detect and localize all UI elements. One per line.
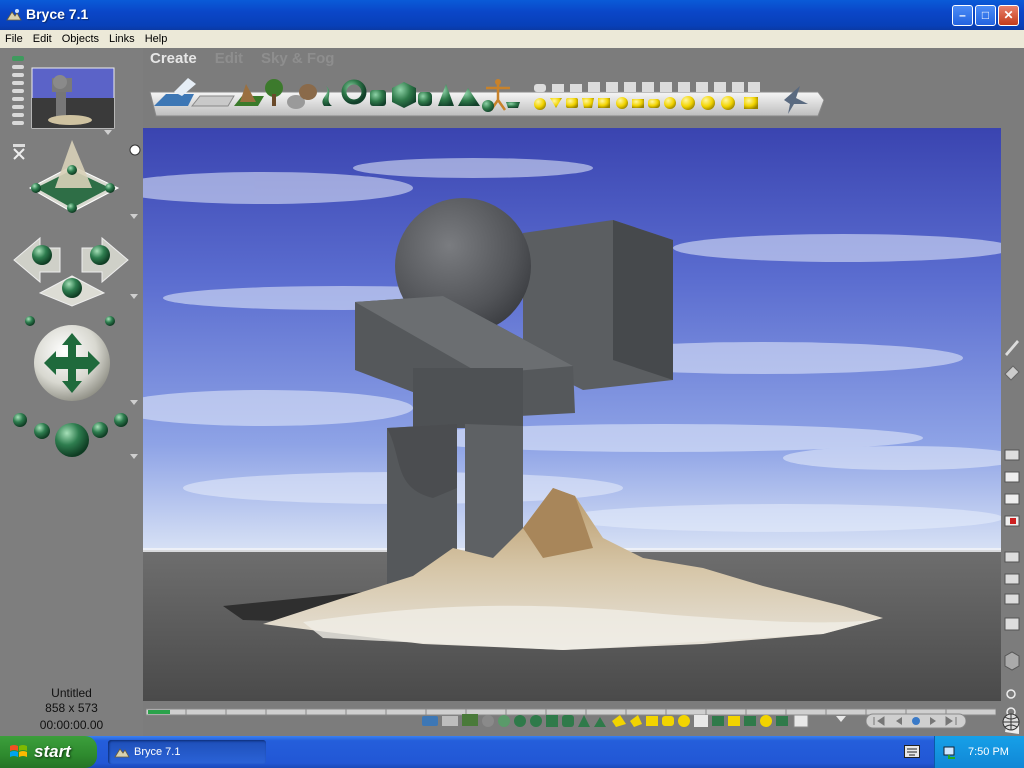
menu-objects[interactable]: Objects [57,30,104,45]
object-cube-icon[interactable] [1004,651,1020,671]
selection-palette [420,712,850,730]
scene-render [143,128,1001,701]
disc-icon[interactable] [506,102,520,108]
mountain-view-icon[interactable] [1004,573,1020,585]
brush-icon[interactable] [1005,340,1019,356]
maximize-button[interactable]: □ [975,5,996,26]
taskbar-item-label: Bryce 7.1 [134,746,181,758]
start-button[interactable]: start [0,736,97,768]
cylinder-icon[interactable] [370,90,386,106]
window-title: Bryce 7.1 [26,6,89,22]
system-tray: 7:50 PM [934,736,1024,768]
menu-bar: File Edit Objects Links Help [0,30,1024,48]
right-tool-strip [1001,128,1024,736]
pan-arrows-control[interactable] [13,236,129,307]
tab-sky-fog[interactable]: Sky & Fog [261,50,334,67]
zoom-menu-triangle-icon[interactable] [130,454,138,459]
time-readout: 00:00:00.00 [39,718,104,732]
keyboard-icon[interactable] [904,745,920,758]
zoom-balls-control[interactable] [13,413,128,457]
start-label: start [34,742,71,761]
background-view-icon[interactable] [1004,593,1020,605]
screen-view-icon[interactable] [1004,617,1020,631]
document-name: Untitled [51,686,92,700]
palette-tabs: Create Edit Sky & Fog [150,50,352,67]
left-panel-controls [12,56,141,459]
menu-links[interactable]: Links [104,30,140,45]
infinite-plane-icon[interactable] [190,95,235,107]
left-control-panel [0,48,143,736]
nano-preview-thumbnail[interactable] [31,67,115,129]
camera-trackball-icon[interactable] [28,140,120,213]
selection-menu-triangle-icon[interactable] [836,716,846,722]
ghost-primitives-icons [534,82,760,92]
globe-icon[interactable] [1001,712,1021,732]
tab-create[interactable]: Create [150,50,197,67]
zoom-in-icon[interactable] [1006,689,1016,699]
sphere-icon[interactable] [482,100,494,112]
create-toolbar [148,78,825,118]
list-view-icon[interactable] [1004,551,1020,563]
play-record-icon[interactable] [912,717,920,725]
windows-logo-icon [10,745,27,757]
pan-menu-triangle-icon[interactable] [130,294,138,299]
eraser-icon[interactable] [1004,365,1020,381]
bryce-workspace: Create Edit Sky & Fog Untitled 858 x 573… [0,48,1024,736]
document-dimensions: 858 x 573 [45,701,98,715]
menu-help[interactable]: Help [140,30,173,45]
trackball-control[interactable] [34,325,110,401]
select-by-type-icons[interactable] [422,714,809,728]
texture-mode-icon[interactable] [1004,493,1020,505]
document-info: Untitled 858 x 573 00:00:00.00 [0,686,143,733]
taskbar-clock: 7:50 PM [968,746,1009,758]
bryce-taskbar-icon [114,748,130,758]
playback-controls [865,713,967,729]
camera-menu-triangle-icon[interactable] [130,214,138,219]
tab-edit[interactable]: Edit [215,50,243,67]
taskbar-item-bryce[interactable]: Bryce 7.1 [108,740,266,764]
network-tray-icon[interactable] [943,744,959,760]
trackball-menu-triangle-icon[interactable] [130,400,138,405]
title-bar: Bryce 7.1 – □ ✕ [0,0,1024,30]
minimize-button[interactable]: – [952,5,973,26]
wireframe-mode-icon[interactable] [1004,471,1020,483]
small-green-ball-icon[interactable] [105,316,115,326]
preview-menu-triangle-icon[interactable] [104,130,112,135]
windows-taskbar: start Bryce 7.1 7:50 PM [0,736,1024,768]
timeline-scrubber[interactable] [148,710,170,714]
render-viewport[interactable] [143,128,1001,701]
animation-timeline[interactable] [145,703,997,716]
menu-edit[interactable]: Edit [28,30,57,45]
view-preset-slider[interactable] [12,56,24,125]
close-button[interactable]: ✕ [998,5,1019,26]
render-mode-icon[interactable] [1004,449,1020,461]
menu-file[interactable]: File [0,30,28,45]
small-green-ball-icon[interactable] [25,316,35,326]
rounded-cube-icon[interactable] [418,92,432,106]
render-x-icon[interactable] [13,144,25,160]
camera-radio-icon[interactable] [129,144,141,156]
bryce-app-icon [6,9,22,21]
